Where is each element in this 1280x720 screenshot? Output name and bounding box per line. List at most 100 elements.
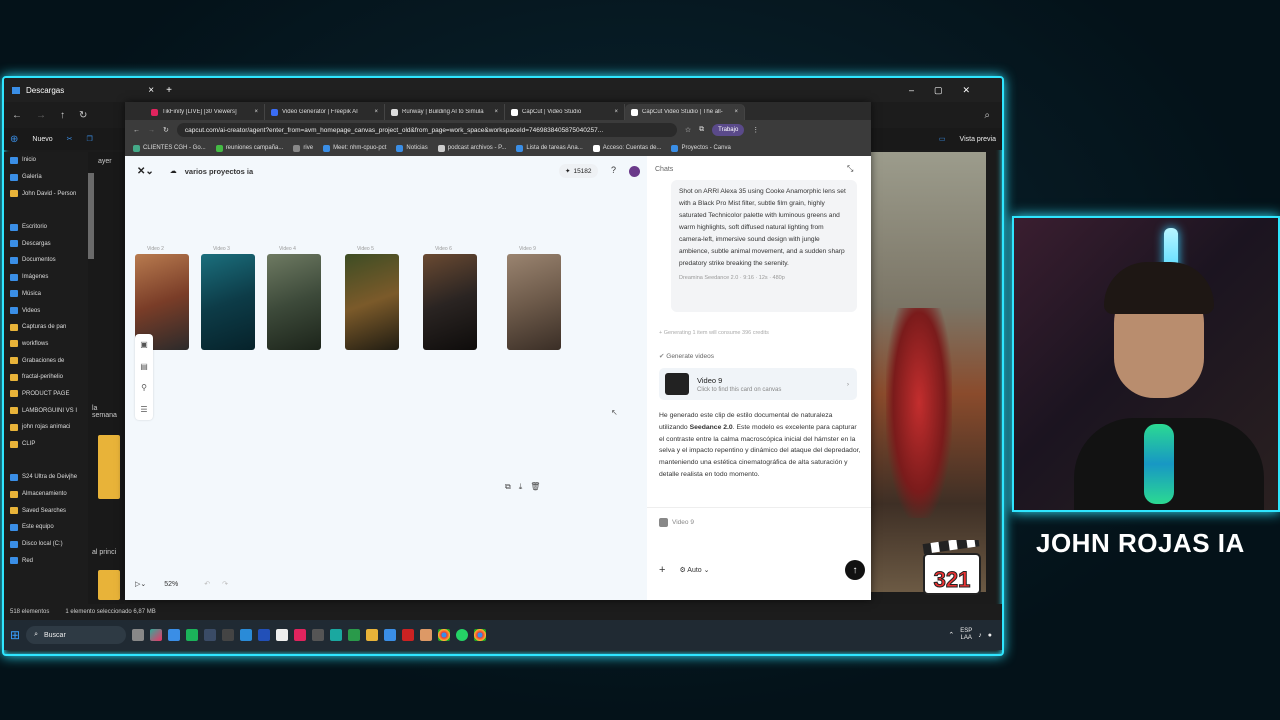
file-thumbnail[interactable] [88,173,94,259]
video-clip-thumbnail[interactable] [345,254,399,350]
address-bar[interactable]: capcut.com/ai-creator/agent?enter_from=a… [176,123,677,137]
sidebar-item[interactable]: Galería [4,169,88,186]
sidebar-item[interactable]: Capturas de pan [4,319,88,336]
close-tab-icon[interactable]: × [614,109,618,115]
capcut-icon[interactable] [276,629,289,641]
collapse-icon[interactable]: ⤡ [847,164,853,174]
sidebar-item[interactable]: John David - Person [4,185,88,202]
copilot-icon[interactable] [150,629,163,641]
taskbar-search[interactable]: ⌕ Buscar [26,626,127,644]
browser-tab[interactable]: Runway | Building AI to Simula × [385,104,505,120]
sidebar-item[interactable]: Almacenamiento [4,486,88,503]
sidebar-item[interactable]: Red [4,553,88,570]
close-tab-icon[interactable]: × [254,109,258,115]
teal-app-icon[interactable] [330,629,343,641]
grid-icon[interactable] [312,629,325,641]
arc-icon[interactable] [384,629,397,641]
notification-icon[interactable]: ● [988,632,992,639]
preview-button[interactable]: Vista previa [960,136,996,143]
sidebar-item[interactable]: CLIP [4,436,88,453]
sidebar-item[interactable]: PRODUCT PAGE [4,386,88,403]
chrome-alt-icon[interactable] [474,629,487,641]
edge-icon[interactable] [240,629,253,641]
app-icon[interactable] [222,629,235,641]
refresh-icon[interactable]: ↻ [79,110,87,121]
play-icon[interactable] [186,629,199,641]
copy-clip-icon[interactable]: ⧉ [505,482,511,492]
sidebar-item[interactable]: Documentos [4,252,88,269]
steam-icon[interactable] [204,629,217,641]
add-attachment-icon[interactable]: + [659,564,665,576]
bookmark-item[interactable]: reuniones campaña... [215,144,283,152]
bookmark-item[interactable]: Lista de tareas Ana... [516,144,583,152]
browser-tab[interactable]: TikFinity [LIVE] [30 Viewers] × [145,104,265,120]
copy-icon[interactable]: ❐ [87,135,93,143]
whatsapp-icon[interactable] [456,629,469,641]
close-tab-icon[interactable]: × [148,85,154,96]
close-tab-icon[interactable]: × [734,109,738,115]
mode-selector[interactable]: ⚙ Auto ⌄ [679,566,709,574]
download-icon[interactable]: ⤓ [519,482,523,492]
bookmark-item[interactable]: Noticias [396,144,428,152]
back-arrow-icon[interactable]: ← [133,127,140,134]
photo-app-icon[interactable] [420,629,433,641]
browser-tab[interactable]: Video Generator | Freepik AI × [265,104,385,120]
folder-icon[interactable] [366,629,379,641]
back-arrow-icon[interactable]: ← [12,110,22,121]
video-clip-thumbnail[interactable] [267,254,321,350]
extensions-icon[interactable]: ⧉ [699,126,704,134]
tray-lang[interactable]: ESP LAA [960,628,972,642]
link-tool-icon[interactable]: ⚲ [141,383,147,392]
refresh-icon[interactable]: ↻ [163,126,169,134]
forward-arrow-icon[interactable]: → [148,127,155,134]
tiktok-icon[interactable] [294,629,307,641]
close-tab-icon[interactable]: × [374,109,378,115]
video-clip-thumbnail[interactable] [423,254,477,350]
video-result-card[interactable]: Video 9 Click to find this card on canva… [659,368,857,400]
sidebar-item[interactable]: Inicio [4,152,88,169]
sidebar-item[interactable]: Música [4,286,88,303]
video-clip-thumbnail[interactable] [201,254,255,350]
browser-tab[interactable]: CapCut Video Studio | The all- × [625,104,745,120]
bookmark-item[interactable]: Meet: nhm-cpuo-pct [323,144,386,152]
new-tab-icon[interactable]: + [166,85,172,96]
sidebar-item[interactable]: Escritorio [4,219,88,236]
zip-file-icon[interactable] [98,435,120,499]
red-app-icon[interactable] [402,629,415,641]
delete-icon[interactable]: 🗑 [530,482,540,492]
chat-reference[interactable]: Video 9 [659,518,694,527]
sidebar-item[interactable]: fractal-perihelio [4,369,88,386]
window-controls[interactable]: –▢✕ [909,85,990,96]
sidebar-item[interactable]: workflows [4,336,88,353]
pointer-tool-icon[interactable]: ▷⌄ [135,580,146,588]
forward-arrow-icon[interactable]: → [36,110,46,121]
close-tab-icon[interactable]: × [494,109,498,115]
star-icon[interactable]: ☆ [685,126,691,134]
undo-icon[interactable]: ↶ [204,580,210,588]
sidebar-item[interactable]: LAMBORGUINI VS I [4,402,88,419]
sidebar-item[interactable]: Disco local (C:) [4,536,88,553]
search-icon[interactable]: ⌕ [984,110,990,121]
zip-file-icon-2[interactable] [98,570,120,600]
chrome-icon[interactable] [438,629,451,641]
bookmark-item[interactable]: Proyectos - Canva [671,144,731,152]
windows-start-icon[interactable]: ⊞ [10,628,20,642]
playstation-icon[interactable] [258,629,271,641]
shield-icon[interactable] [348,629,361,641]
send-button[interactable]: ↑ [845,560,865,580]
sidebar-item[interactable]: Saved Searches [4,502,88,519]
video-clip-thumbnail[interactable] [507,254,561,350]
sidebar-item[interactable]: S24 Ultra de Deivjhe [4,469,88,486]
sidebar-item[interactable]: Este equipo [4,519,88,536]
up-arrow-icon[interactable]: ↑ [60,110,65,121]
sidebar-item[interactable]: Imágenes [4,269,88,286]
text-tool-icon[interactable]: ▣ [140,340,148,349]
speaker-icon[interactable]: ♪ [978,632,982,639]
bookmark-item[interactable]: Acceso: Cuentas de... [592,144,661,152]
task-view-icon[interactable] [132,629,145,641]
profile-button[interactable]: Trabajo [712,124,745,136]
bookmark-item[interactable]: podcast archivos - P... [437,144,506,152]
sidebar-item[interactable]: Grabaciones de [4,352,88,369]
browser-tab[interactable]: CapCut | Video Studio × [505,104,625,120]
cut-icon[interactable]: ✂ [67,135,73,143]
